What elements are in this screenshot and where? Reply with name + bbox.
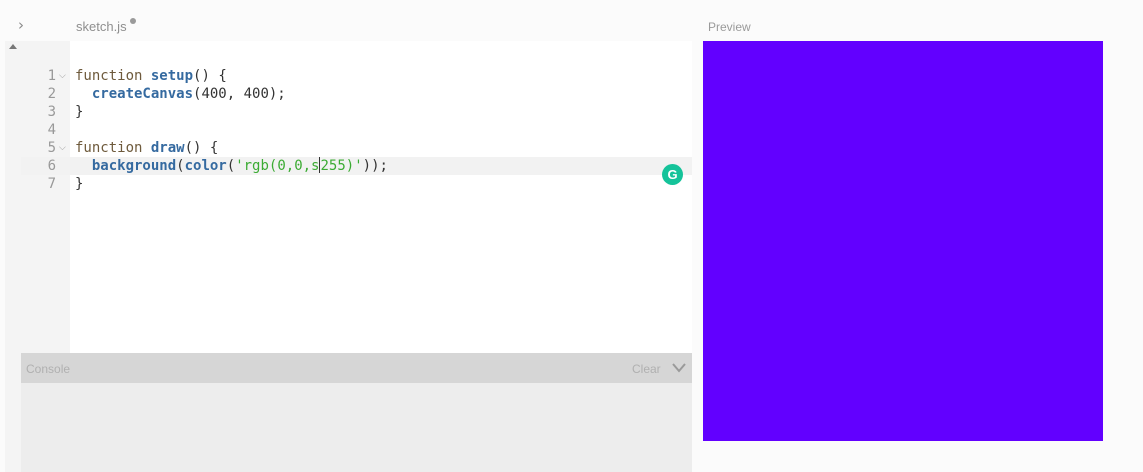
chevron-down-icon[interactable] [672, 362, 686, 374]
code-text: } [75, 176, 84, 192]
grammarly-icon[interactable]: G [662, 164, 683, 185]
unsaved-indicator-icon [129, 18, 136, 24]
console-title: Console [26, 362, 71, 376]
fold-chevron-icon[interactable]: ⌵ [59, 139, 66, 157]
console-clear-button[interactable]: Clear [632, 362, 661, 376]
chevron-right-icon[interactable]: › [18, 16, 34, 34]
scroll-up-icon[interactable] [9, 44, 17, 49]
code-line[interactable]: 1 ⌵ function setup() { [21, 67, 692, 85]
preview-canvas[interactable] [703, 41, 1103, 441]
file-tab-label: sketch.js [76, 19, 127, 34]
code-line[interactable]: 4 [21, 121, 692, 139]
code-line-active[interactable]: 6 background(color('rgb(0,0,s255)')); [21, 157, 692, 175]
code-line[interactable]: 5 ⌵ function draw() { [21, 139, 692, 157]
line-number: 7 [47, 176, 56, 192]
line-number: 5 [47, 140, 56, 156]
text-cursor [319, 157, 321, 173]
code-text: } [75, 104, 84, 120]
preview-label: Preview [708, 20, 751, 34]
code-text: function draw() { [75, 140, 219, 156]
line-number: 2 [47, 86, 56, 102]
code-text: background(color('rgb(0,0,s255)')); [91, 157, 388, 174]
line-number: 1 [47, 68, 56, 84]
line-number: 6 [47, 158, 56, 174]
code-line[interactable]: 2 createCanvas(400, 400); [21, 85, 692, 103]
file-tab[interactable]: sketch.js [76, 18, 136, 34]
code-line[interactable]: 3 } [21, 103, 692, 121]
code-line[interactable]: 7 } [21, 175, 692, 193]
line-number: 4 [47, 122, 56, 138]
line-number: 3 [47, 104, 56, 120]
p5-editor: › sketch.js Preview 1 ⌵ function setup()… [0, 0, 1143, 472]
fold-chevron-icon[interactable]: ⌵ [59, 67, 66, 85]
code-text: function setup() { [75, 68, 227, 84]
code-editor[interactable]: 1 ⌵ function setup() { 2 createCanvas(40… [21, 41, 692, 353]
console-output [21, 383, 692, 472]
code-text: createCanvas(400, 400); [91, 86, 286, 102]
console-header: Console Clear [21, 353, 692, 383]
editor-scrollbar[interactable] [5, 41, 21, 472]
